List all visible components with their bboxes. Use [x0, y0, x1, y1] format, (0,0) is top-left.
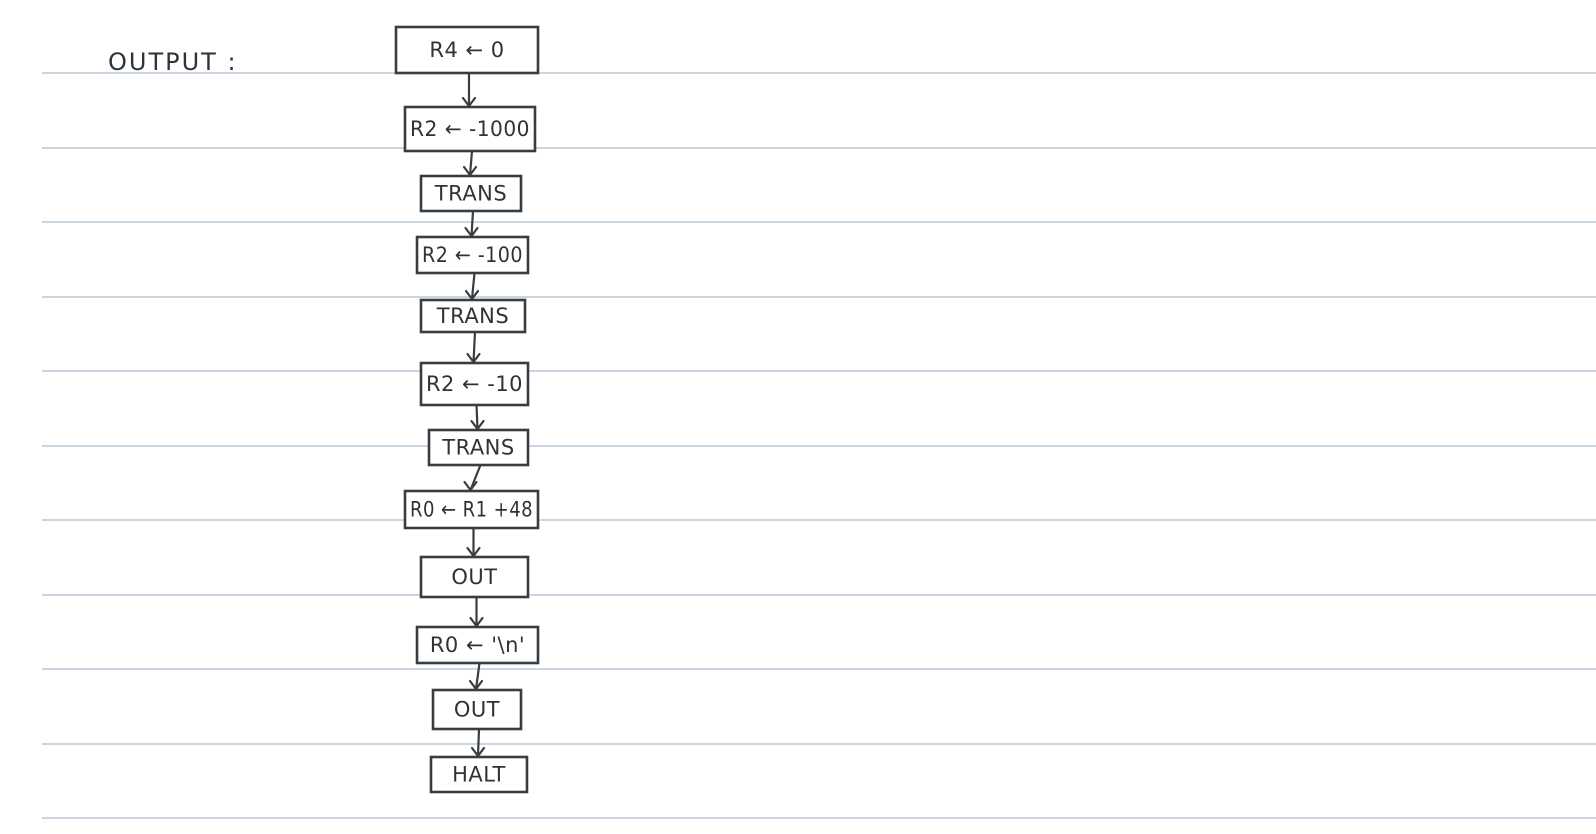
node-label: TRANS: [441, 436, 514, 460]
node-label: R2 ← -100: [422, 243, 523, 267]
node-label: R4 ← 0: [429, 38, 504, 62]
arrow-shaft: [472, 331, 477, 363]
flow-arrow-n11-to-n12: [470, 728, 486, 758]
notebook-ruled-lines: [42, 72, 1596, 819]
arrow-shaft: [476, 728, 481, 757]
flow-node-n4: R2 ← -100: [415, 235, 530, 275]
flow-node-n11: OUT: [431, 688, 523, 731]
node-label: OUT: [451, 565, 497, 589]
flow-node-n12: HALT: [429, 755, 529, 794]
node-label: R2 ← -10: [426, 372, 523, 396]
flow-arrow-n10-to-n11: [468, 662, 484, 691]
flow-arrow-n5-to-n6: [466, 331, 481, 364]
node-label: HALT: [452, 763, 506, 787]
flow-node-n8: R0 ← R1 +48: [403, 489, 540, 530]
node-label: OUT: [454, 698, 500, 722]
flow-node-n1: R4 ← 0: [394, 25, 540, 75]
flow-arrow-n2-to-n3: [462, 150, 478, 177]
arrow-shaft: [475, 404, 479, 430]
flow-node-n10: R0 ← '\n': [415, 625, 540, 665]
flow-node-n9: OUT: [419, 555, 530, 599]
flow-arrow-n4-to-n5: [464, 272, 480, 301]
node-label: R0 ← R1 +48: [410, 498, 533, 522]
node-label: R2 ← -1000: [410, 117, 530, 141]
flow-node-n6: R2 ← -10: [419, 361, 530, 407]
node-label: TRANS: [436, 304, 509, 328]
diagram-heading: OUTPUT :: [108, 48, 238, 76]
flow-arrow-n1-to-n2: [461, 73, 477, 108]
flow-arrow-n7-to-n8: [463, 464, 482, 492]
arrow-head: [463, 480, 478, 492]
flow-arrow-n3-to-n4: [464, 210, 479, 238]
flow-arrow-n8-to-n9: [466, 528, 481, 558]
flowchart-canvas: OUTPUT : R4 ← 0 R2 ← -1000 TRANS R2 ← -100 T…: [42, 25, 1596, 819]
flow-node-n3: TRANS: [419, 174, 523, 213]
flow-node-n2: R2 ← -1000: [403, 105, 537, 153]
flowchart-nodes: R4 ← 0 R2 ← -1000 TRANS R2 ← -100 TRANS R2 ← …: [394, 25, 540, 794]
flow-node-n5: TRANS: [419, 298, 527, 334]
node-label: TRANS: [434, 182, 507, 206]
node-label: R0 ← '\n': [430, 633, 525, 657]
flow-arrow-n9-to-n10: [469, 597, 484, 628]
flow-arrow-n6-to-n7: [470, 404, 485, 431]
flow-node-n7: TRANS: [427, 428, 530, 467]
arrow-shaft: [470, 210, 475, 237]
